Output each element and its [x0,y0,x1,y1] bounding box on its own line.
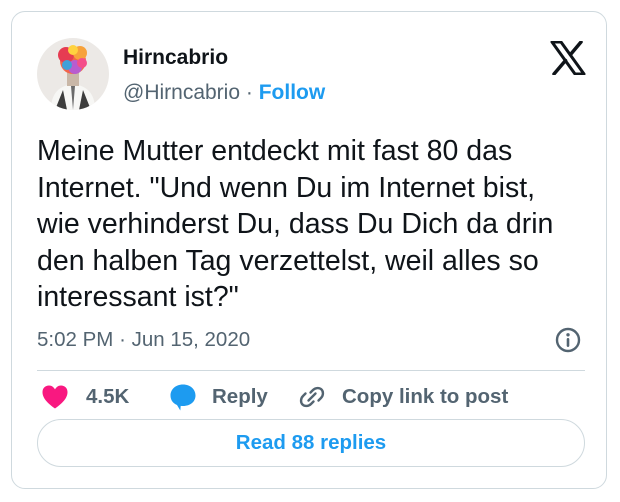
tweet-date[interactable]: Jun 15, 2020 [132,328,251,351]
tweet-text: Meine Mutter entdeckt mit fast 80 das In… [37,135,554,313]
timestamp-separator: · [119,328,126,351]
like-button[interactable]: 4.5K [41,374,129,420]
read-replies-button[interactable]: Read 88 replies [37,419,585,467]
speech-bubble-icon [170,384,196,411]
tweet-timestamp[interactable]: 5:02 PM · Jun 15, 2020 [37,328,250,352]
divider [37,370,585,371]
read-replies-label: Read 88 replies [235,431,387,454]
x-logo-icon[interactable] [550,40,586,76]
copy-link-label: Copy link to post [342,385,509,408]
heart-icon [42,385,68,409]
handle-separator: · [245,81,253,104]
author-name[interactable]: Hirncabrio [123,46,228,70]
reply-label: Reply [212,385,268,408]
avatar[interactable] [37,38,109,110]
tweet-time[interactable]: 5:02 PM [37,328,113,351]
info-icon[interactable] [554,326,582,354]
link-icon [299,386,325,408]
like-count: 4.5K [86,385,130,408]
tweet-card: Hirncabrio @Hirncabrio · Follow Meine Mu… [11,11,607,489]
follow-link[interactable]: Follow [259,81,326,104]
author-handle[interactable]: @Hirncabrio [123,81,240,104]
author-handle-row: @Hirncabrio · Follow [123,81,325,105]
copy-link-button[interactable]: Copy link to post [298,374,508,420]
reply-button[interactable]: Reply [168,374,268,420]
